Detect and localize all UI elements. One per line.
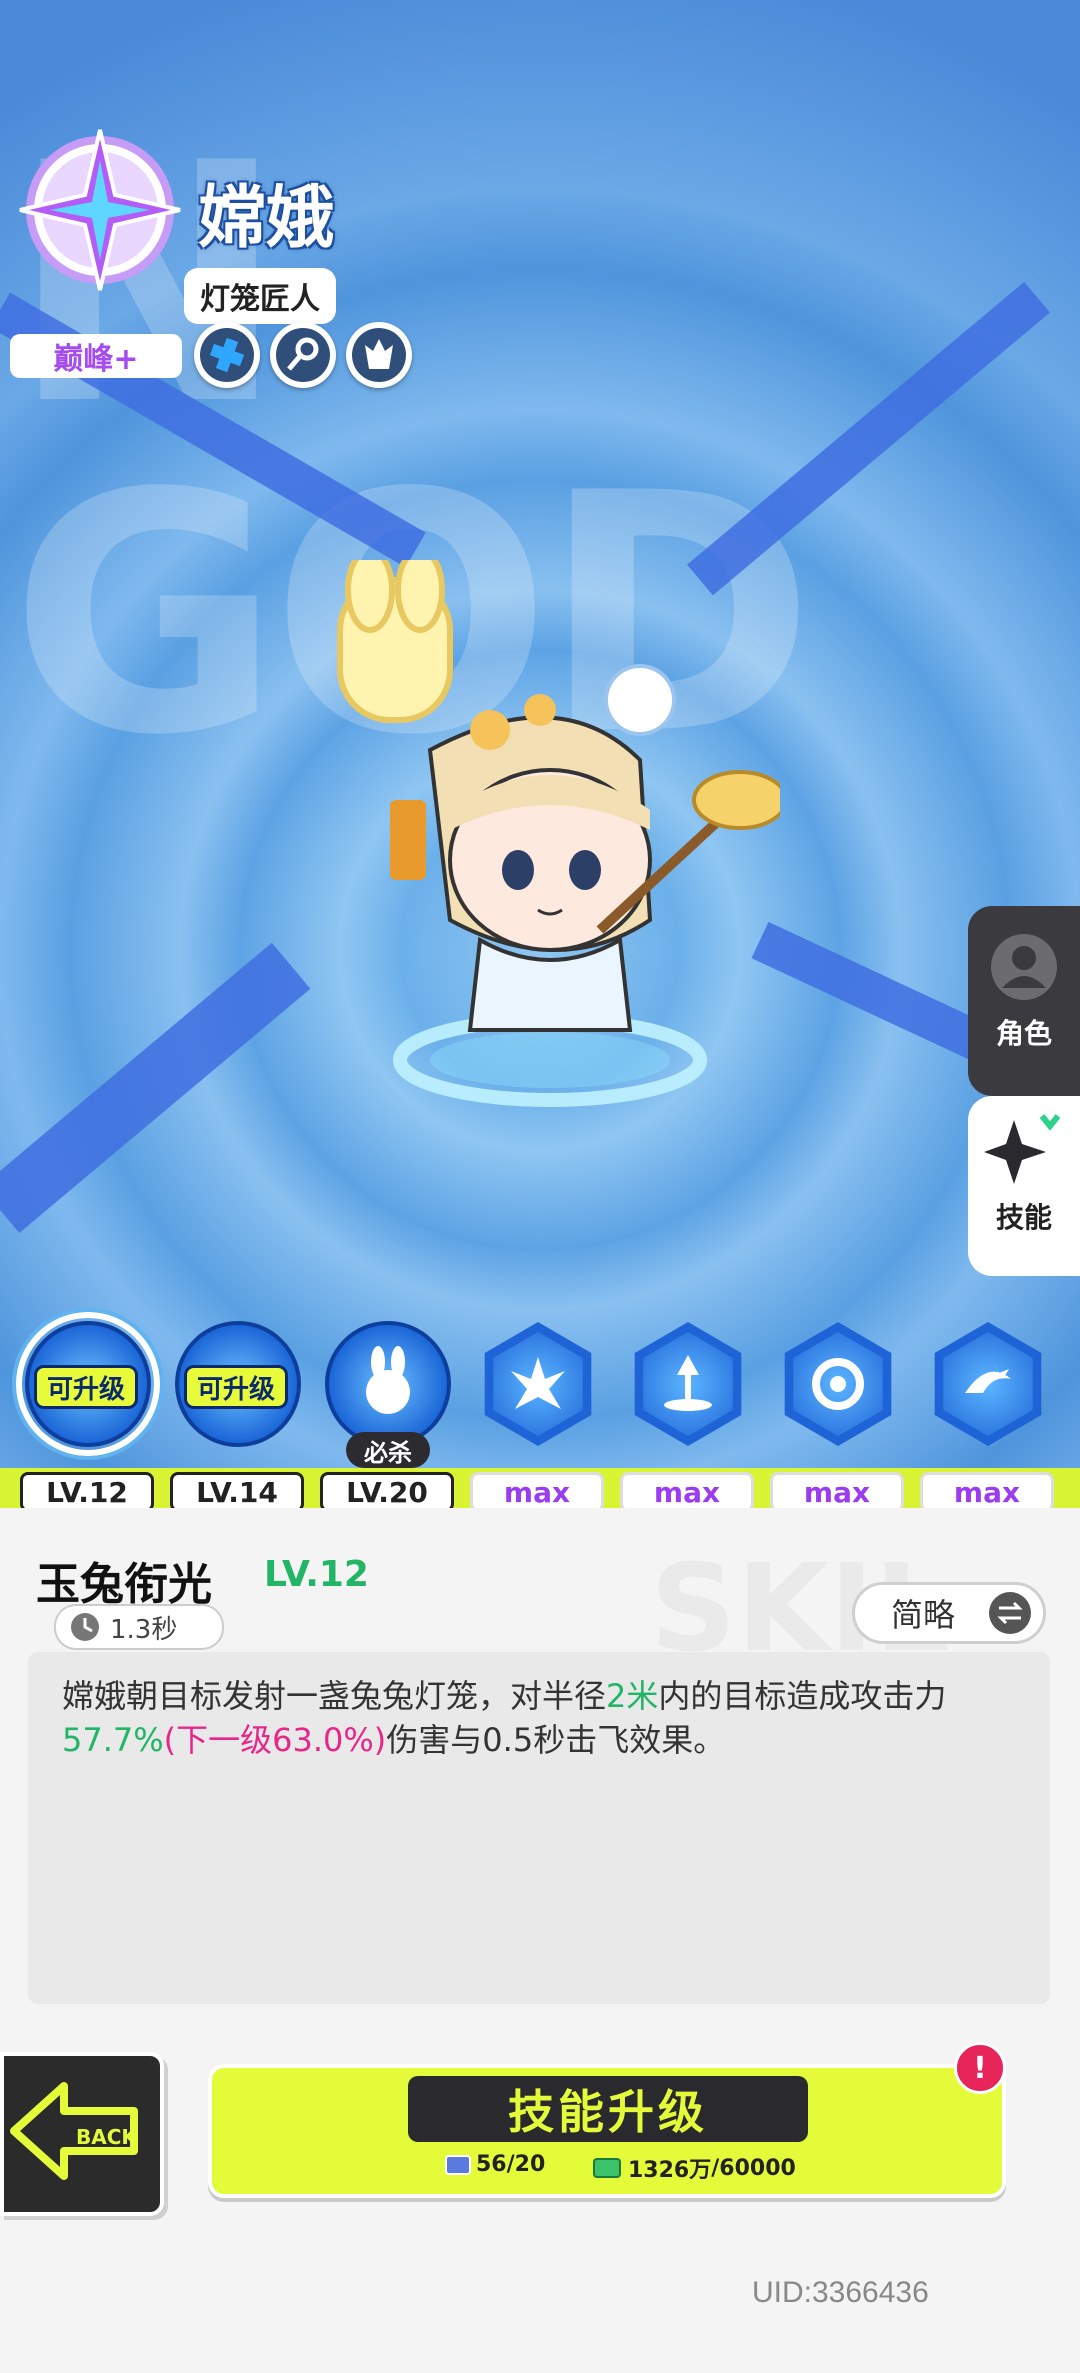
tab-role[interactable]: 角色 [968,906,1080,1096]
skill-slot-7[interactable] [922,1318,1054,1450]
upgradable-badge: 可升级 [184,1365,289,1409]
money-icon [593,2158,621,2178]
brief-label: 简略 [891,1596,956,1634]
character-name: 嫦娥 [198,179,335,258]
alert-badge: ! [954,2042,1006,2094]
swirl-icon [965,1363,1011,1393]
desc-text: 伤害与0.5秒击飞效果。 [386,1721,726,1759]
gold-cost: 1326万/60000 [592,2152,796,2184]
gold-owned: 1326万 [628,2158,712,2183]
desc-damage-pct: 57.7% [62,1721,164,1759]
back-label: BACK [76,2125,138,2149]
desc-text: 嫦娥朝目标发射一盏兔兔灯笼，对半径 [62,1677,607,1715]
skill-level: LV.12 [20,1472,154,1512]
rank-badge: 巅峰+ [10,334,182,378]
fountain-icon [664,1355,712,1411]
character-title: 灯笼匠人 [184,268,336,324]
key-icon [287,337,319,371]
swap-icon [989,1592,1031,1634]
flame-icon [365,339,393,369]
skill-slot-6[interactable] [772,1318,904,1450]
back-arrow-icon: BACK [10,2082,138,2180]
book-cost: 56/20 [444,2152,545,2177]
rabbit-icon [366,1346,410,1414]
skill-slot-3[interactable] [322,1318,454,1450]
back-button[interactable]: BACK [0,2052,164,2216]
skill-detail-level: LV.12 [264,1554,369,1595]
avatar-icon [991,934,1057,1000]
tab-skill-label: 技能 [995,1201,1052,1234]
skill-level: max [920,1472,1054,1512]
skill-level: LV.20 [320,1472,454,1512]
desc-text: 内的目标造成攻击力 [658,1677,947,1715]
rank-emblem-icon [19,129,181,291]
gold-required: /60000 [711,2155,796,2181]
tab-role-label: 角色 [995,1017,1052,1050]
skill-level: LV.14 [170,1472,304,1512]
skill-slot-4[interactable] [472,1318,604,1450]
trait-flame[interactable] [346,322,412,388]
upgradable-badge: 可升级 [34,1365,139,1409]
skill-level: max [620,1472,754,1512]
desc-next-level: (下一级63.0%) [163,1721,387,1759]
character-model [337,560,780,1107]
book-icon [445,2154,471,2175]
user-id: UID:3366436 [752,2276,929,2309]
ultimate-badge: 必杀 [346,1432,430,1468]
trait-cross[interactable] [194,322,260,388]
decor-ray [0,942,311,1233]
book-count: 56/20 [476,2152,546,2177]
brief-toggle-button[interactable]: 简略 [852,1582,1046,1644]
sparkle-icon [984,1114,1061,1184]
desc-radius: 2米 [606,1677,659,1715]
upgrade-label: 技能升级 [408,2076,808,2142]
skill-level: max [770,1472,904,1512]
cooldown-badge: 1.3秒 [54,1604,224,1650]
skill-slot-5[interactable] [622,1318,754,1450]
clock-icon [71,1613,99,1641]
vortex-icon [812,1358,864,1410]
cross-icon [209,337,245,373]
tab-skill[interactable]: 技能 [968,1096,1080,1276]
burst-icon [511,1357,565,1409]
skill-upgrade-button[interactable]: 技能升级 56/20 1326万/60000 [208,2064,1006,2198]
cooldown-value: 1.3秒 [110,1614,178,1645]
skill-level: max [470,1472,604,1512]
skill-description: 嫦娥朝目标发射一盏兔兔灯笼，对半径2米内的目标造成攻击力 57.7%(下一级63.… [28,1652,1050,2004]
skill-name: 玉兔衔光 [36,1559,212,1610]
trait-key[interactable] [270,322,336,388]
